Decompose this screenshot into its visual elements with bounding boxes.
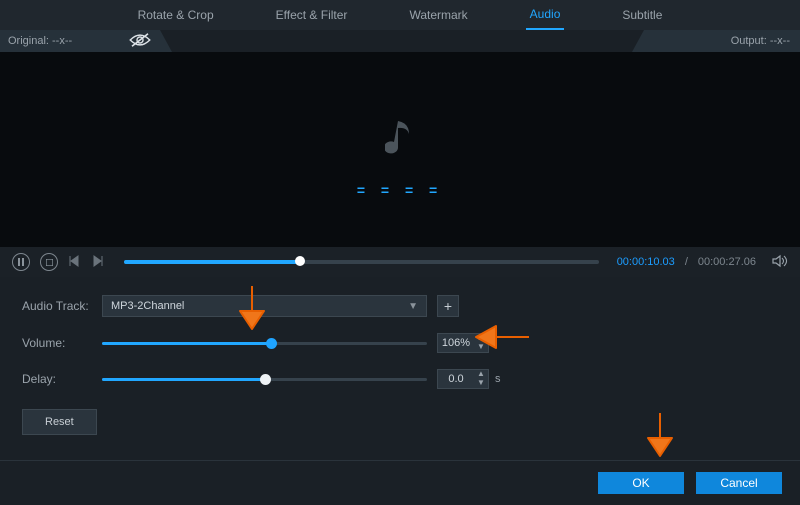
delay-label: Delay:: [22, 372, 102, 386]
file-name: file_example_MP3_700KB.mp3: [0, 34, 800, 48]
tab-effect-filter[interactable]: Effect & Filter: [272, 0, 352, 30]
next-button[interactable]: [92, 255, 106, 269]
tab-subtitle[interactable]: Subtitle: [618, 0, 666, 30]
timeline-thumb[interactable]: [295, 256, 305, 266]
delay-value: 0.0: [438, 373, 474, 385]
ok-button[interactable]: OK: [598, 472, 684, 494]
stop-button[interactable]: [40, 253, 58, 271]
add-track-button[interactable]: +: [437, 295, 459, 317]
equalizer-icon: = = = =: [357, 182, 443, 198]
delay-slider[interactable]: [102, 372, 427, 386]
prev-button[interactable]: [68, 255, 82, 269]
file-header: Original: --x-- file_example_MP3_700KB.m…: [0, 30, 800, 52]
reset-button[interactable]: Reset: [22, 409, 97, 435]
row-delay: Delay: 0.0 ▲ ▼ s: [22, 369, 778, 389]
delay-step-down[interactable]: ▼: [474, 379, 488, 388]
volume-spinbox[interactable]: 106% ▲ ▼: [437, 333, 489, 353]
volume-slider[interactable]: [102, 336, 427, 350]
volume-value: 106%: [438, 337, 474, 349]
volume-icon[interactable]: [772, 254, 788, 271]
time-separator: /: [685, 256, 688, 268]
chevron-down-icon: ▼: [408, 301, 418, 312]
preview-area: = = = =: [0, 52, 800, 247]
delay-spinbox[interactable]: 0.0 ▲ ▼: [437, 369, 489, 389]
playback-bar: 00:00:10.03 / 00:00:27.06: [0, 247, 800, 277]
output-size-label: Output: --x--: [731, 35, 790, 47]
timeline-progress: [124, 260, 300, 264]
cancel-button[interactable]: Cancel: [696, 472, 782, 494]
time-current: 00:00:10.03: [617, 256, 675, 268]
tab-audio[interactable]: Audio: [526, 0, 565, 30]
original-size-label: Original: --x--: [8, 35, 72, 47]
row-audio-track: Audio Track: MP3-2Channel ▼ +: [22, 295, 778, 317]
pause-button[interactable]: [12, 253, 30, 271]
timeline-slider[interactable]: [124, 260, 599, 264]
tab-bar: Rotate & Crop Effect & Filter Watermark …: [0, 0, 800, 30]
volume-step-down[interactable]: ▼: [474, 343, 488, 352]
time-total: 00:00:27.06: [698, 256, 756, 268]
tab-rotate-crop[interactable]: Rotate & Crop: [134, 0, 218, 30]
audio-track-value: MP3-2Channel: [111, 300, 184, 312]
preview-visibility-icon[interactable]: [129, 32, 151, 51]
audio-track-select[interactable]: MP3-2Channel ▼: [102, 295, 427, 317]
audio-track-label: Audio Track:: [22, 299, 102, 313]
row-volume: Volume: 106% ▲ ▼: [22, 333, 778, 353]
audio-panel: Audio Track: MP3-2Channel ▼ + Volume: 10…: [0, 277, 800, 447]
delay-unit: s: [495, 373, 501, 385]
music-note-icon: [385, 117, 415, 162]
tab-watermark[interactable]: Watermark: [405, 0, 471, 30]
footer-bar: OK Cancel: [0, 460, 800, 505]
volume-label: Volume:: [22, 336, 102, 350]
